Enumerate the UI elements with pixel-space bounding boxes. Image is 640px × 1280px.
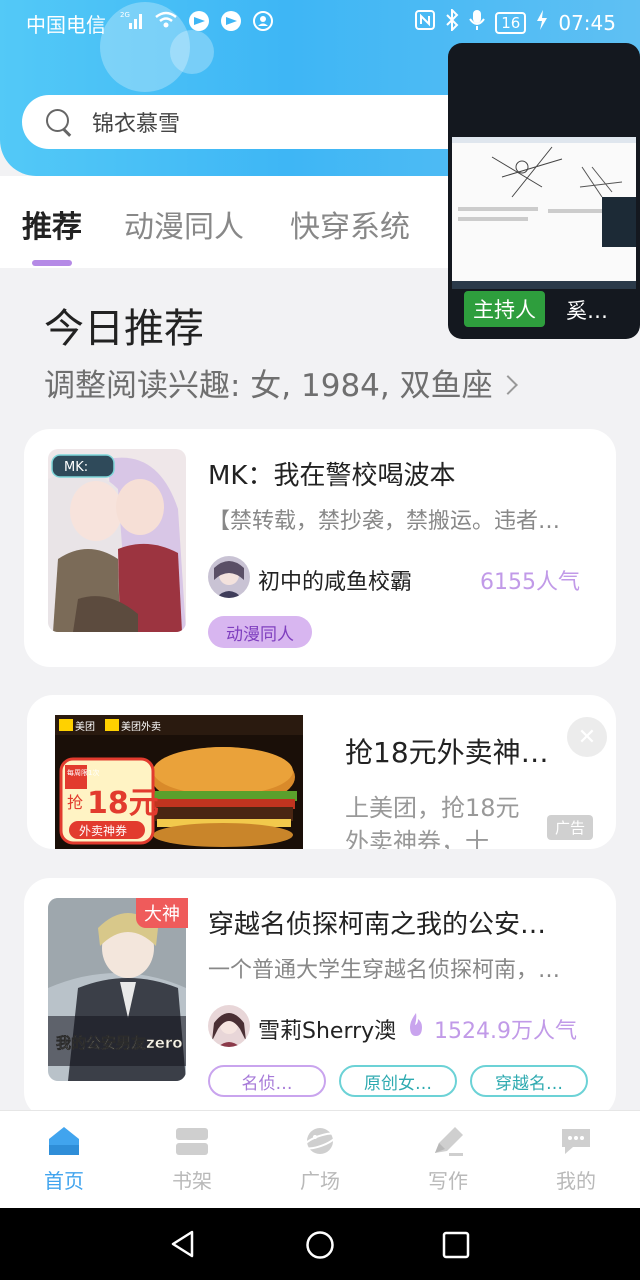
ad-brand: 美团 xyxy=(75,720,95,733)
nfc-icon xyxy=(415,10,436,35)
chevron-right-icon xyxy=(497,375,518,395)
clock: 07:45 xyxy=(558,10,616,35)
charging-icon xyxy=(536,10,548,35)
nav-label: 书架 xyxy=(172,1169,212,1193)
nav-label: 首页 xyxy=(44,1169,84,1193)
ad-subtitle-line: 上美团，抢18元 xyxy=(345,794,520,822)
bookshelf-icon xyxy=(175,1125,209,1157)
ad-coupon-text: 外卖神券 xyxy=(79,823,127,838)
book-title[interactable]: MK：我在警校喝波本 xyxy=(208,455,598,492)
adjust-interest-link[interactable]: 调整阅读兴趣: 女, 1984, 双鱼座 xyxy=(44,360,518,405)
book-title[interactable]: 穿越名侦探柯南之我的公安… xyxy=(208,904,576,941)
cover-label: MK: xyxy=(64,460,88,475)
nav-bookshelf[interactable]: 书架 xyxy=(152,1125,232,1194)
pen-icon xyxy=(431,1125,465,1157)
popularity: 1524.9万人气 xyxy=(434,1019,577,1044)
back-icon[interactable] xyxy=(170,1230,196,1262)
avatar[interactable] xyxy=(208,556,250,598)
bluetooth-icon xyxy=(445,7,459,36)
ad-subtitle: 上美团，抢18元 外卖神券，十 xyxy=(345,791,520,849)
status-icons-right: 16 07:45 xyxy=(415,7,616,36)
carrier-label: 中国电信 xyxy=(26,13,106,37)
book-card[interactable]: 我的公安男友zero 大神 穿越名侦探柯南之我的公安… 一个普通大学生穿越名侦探… xyxy=(24,878,616,1118)
nav-write[interactable]: 写作 xyxy=(408,1125,488,1194)
genre-tag[interactable]: 穿越名… xyxy=(470,1065,588,1097)
ad-card[interactable]: 美团 美团外卖 每周限1次 抢 18元 外卖神券 抢18元外卖神… 上美团，抢1… xyxy=(27,695,616,849)
search-bar[interactable]: 锦衣慕雪 xyxy=(22,95,522,149)
bottom-navigation: 首页 书架 广场 写作 我的 xyxy=(0,1110,640,1208)
tab-recommend[interactable]: 推荐 xyxy=(22,202,82,246)
battery-level: 16 xyxy=(495,11,527,34)
great-author-badge: 大神 xyxy=(136,898,188,928)
ad-amount: 18元 xyxy=(87,786,159,821)
network-type: 2G xyxy=(120,11,130,19)
genre-tag[interactable]: 动漫同人 xyxy=(208,616,312,648)
host-name: 奚… xyxy=(566,299,608,323)
nav-label: 广场 xyxy=(300,1169,340,1193)
planet-icon xyxy=(302,1125,338,1157)
ad-label: 广告 xyxy=(547,815,594,840)
fire-icon xyxy=(406,1012,426,1042)
author-name[interactable]: 雪莉Sherry澳 xyxy=(258,1013,396,1045)
cover-title-text: 我的公安男友zero xyxy=(56,1034,183,1052)
search-icon xyxy=(46,109,72,135)
ad-brand: 美团外卖 xyxy=(121,720,161,733)
microphone-icon xyxy=(469,9,486,36)
popularity: 6155人气 xyxy=(480,570,580,595)
author-name[interactable]: 初中的咸鱼校霸 xyxy=(258,564,412,596)
system-navigation-bar xyxy=(0,1208,640,1280)
status-bar: 中国电信 2G 16 07:45 xyxy=(0,0,640,44)
genre-tag[interactable]: 名侦… xyxy=(208,1065,326,1097)
book-cover[interactable]: MK: xyxy=(48,449,186,632)
search-text: 锦衣慕雪 xyxy=(92,112,181,137)
signal-icon: 2G xyxy=(120,10,144,37)
home-circle-icon[interactable] xyxy=(305,1230,335,1264)
book-description: 【禁转载，禁抄袭，禁搬运。违者… xyxy=(208,509,561,534)
host-badge: 主持人 xyxy=(464,291,545,327)
ad-banner-image[interactable]: 美团 美团外卖 每周限1次 抢 18元 外卖神券 xyxy=(55,715,303,849)
interest-text: 调整阅读兴趣: 女, 1984, 双鱼座 xyxy=(44,368,493,404)
nav-label: 写作 xyxy=(428,1169,468,1193)
ad-grab-text: 抢 xyxy=(67,793,83,812)
shared-screen-preview xyxy=(452,137,636,289)
genre-tag[interactable]: 原创女… xyxy=(339,1065,457,1097)
nav-plaza[interactable]: 广场 xyxy=(280,1125,360,1194)
video-call-overlay[interactable]: 主持人 奚… xyxy=(448,43,640,339)
active-tab-indicator xyxy=(32,260,72,266)
wifi-icon xyxy=(154,10,178,37)
chat-bubble-icon xyxy=(559,1125,593,1157)
section-title: 今日推荐 xyxy=(44,306,204,352)
book-description: 一个普通大学生穿越名侦探柯南，… xyxy=(208,958,561,983)
book-card[interactable]: MK: MK：我在警校喝波本 【禁转载，禁抄袭，禁搬运。违者… 初中的咸鱼校霸 … xyxy=(24,429,616,667)
ad-subtitle-line: 外卖神券，十 xyxy=(345,828,489,849)
nav-home[interactable]: 首页 xyxy=(24,1125,104,1194)
avatar[interactable] xyxy=(208,1005,250,1047)
ad-limit-text: 每周限1次 xyxy=(67,768,99,777)
home-icon xyxy=(47,1125,81,1157)
ad-title[interactable]: 抢18元外卖神… xyxy=(345,731,577,771)
nav-me[interactable]: 我的 xyxy=(536,1125,616,1194)
tab-anime-fanfic[interactable]: 动漫同人 xyxy=(124,202,244,246)
notification-icon xyxy=(220,10,242,37)
status-icons-left: 2G xyxy=(120,10,274,37)
close-icon[interactable]: ✕ xyxy=(567,717,607,757)
tab-quick-transmigration[interactable]: 快穿系统 xyxy=(290,202,410,246)
notification-icon xyxy=(188,10,210,37)
nav-label: 我的 xyxy=(556,1169,596,1193)
app-notification-icon xyxy=(252,10,274,37)
recents-icon[interactable] xyxy=(442,1231,470,1263)
